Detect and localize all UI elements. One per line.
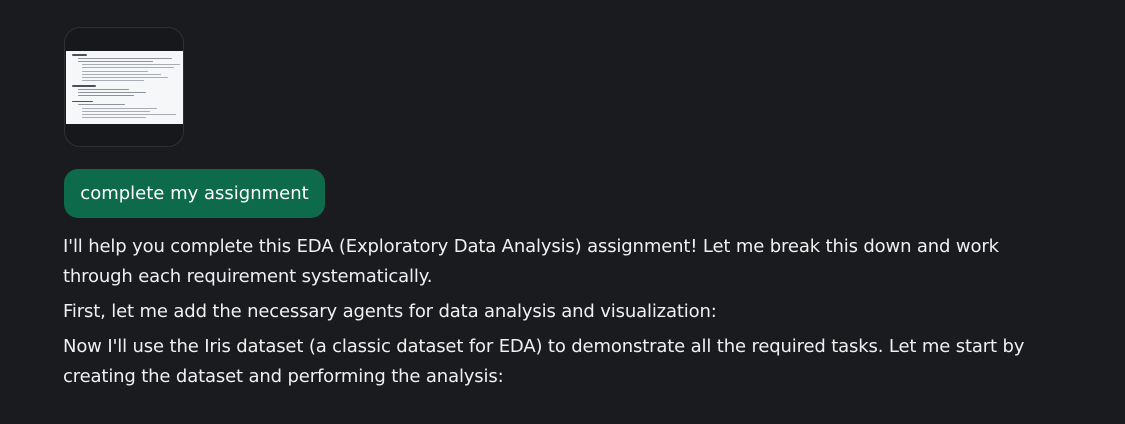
document-preview-line	[82, 107, 157, 109]
assistant-paragraph-1: I'll help you complete this EDA (Explora…	[63, 236, 999, 287]
user-message-text: complete my assignment	[80, 183, 309, 204]
document-preview-line	[82, 70, 149, 72]
document-thumbnail-icon	[66, 51, 183, 124]
document-preview-line	[82, 117, 147, 119]
document-preview-line	[82, 80, 145, 82]
user-message-bubble: complete my assignment	[64, 169, 325, 218]
assistant-paragraph-2: First, let me add the necessary agents f…	[63, 301, 717, 322]
assistant-response: I'll help you complete this EDA (Explora…	[63, 232, 1053, 397]
document-preview-line	[82, 73, 162, 75]
document-preview-line	[82, 64, 181, 66]
document-preview-line	[82, 110, 151, 112]
attachment-thumbnail[interactable]	[64, 27, 184, 147]
document-preview-line	[78, 92, 147, 94]
document-preview-line	[82, 67, 175, 69]
document-preview-line	[82, 113, 177, 115]
document-preview-line	[72, 85, 96, 87]
assistant-paragraph-3: Now I'll use the Iris dataset (a classic…	[63, 336, 1025, 387]
document-preview-line	[72, 100, 94, 103]
document-preview-line	[78, 104, 126, 106]
document-preview-line	[78, 89, 130, 91]
document-preview-line	[82, 76, 168, 78]
document-preview-line	[78, 95, 134, 97]
document-preview-line	[78, 60, 153, 62]
document-preview-line	[72, 54, 87, 56]
document-preview-line	[78, 57, 173, 59]
